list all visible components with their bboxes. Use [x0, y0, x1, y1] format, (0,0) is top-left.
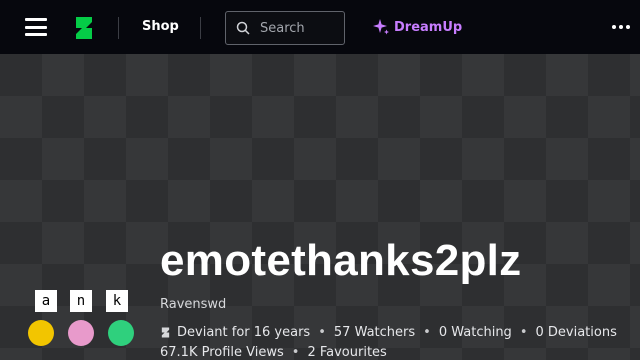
- search-input[interactable]: [258, 19, 342, 37]
- menu-icon[interactable]: [25, 18, 47, 36]
- top-navigation-bar: Shop DreamUp: [0, 0, 640, 54]
- profile-realname: Ravenswd: [160, 297, 227, 312]
- dreamup-label: DreamUp: [394, 19, 463, 35]
- pink-smiley-icon: [68, 320, 94, 346]
- watching-count[interactable]: 0 Watching: [439, 325, 512, 340]
- dreamup-link[interactable]: DreamUp: [372, 18, 462, 36]
- deviations-count[interactable]: 0 Deviations: [535, 325, 616, 340]
- nav-divider: [200, 17, 201, 39]
- profile-username: emotethanks2plz: [160, 236, 522, 285]
- deviant-since: Deviant for 16 years: [177, 325, 311, 340]
- search-box[interactable]: [225, 11, 345, 45]
- deviantart-logo-icon[interactable]: [72, 14, 96, 42]
- separator-dot: •: [423, 325, 431, 340]
- avatar-letter-tile: n: [70, 290, 92, 312]
- profile-stats-row: Deviant for 16 years • 57 Watchers • 0 W…: [160, 325, 617, 340]
- yellow-smiley-icon: [28, 320, 54, 346]
- separator-dot: •: [291, 345, 300, 360]
- nav-divider: [118, 17, 119, 39]
- separator-dot: •: [519, 325, 528, 340]
- more-dots-icon[interactable]: [612, 25, 633, 29]
- profile-views-count: 67.1K Profile Views: [160, 345, 284, 360]
- green-smiley-icon: [108, 320, 134, 346]
- profile-stats-row: 67.1K Profile Views • 2 Favourites: [160, 345, 387, 360]
- search-icon: [236, 21, 250, 35]
- avatar-letter-tile: a: [35, 290, 57, 312]
- deviant-badge-icon: [161, 327, 170, 338]
- separator-dot: •: [318, 325, 326, 340]
- avatar-letter-tile: k: [106, 290, 128, 312]
- favourites-count[interactable]: 2 Favourites: [307, 345, 386, 360]
- nav-shop-link[interactable]: Shop: [142, 19, 179, 34]
- avatar[interactable]: a n k: [28, 290, 140, 360]
- sparkle-icon: [373, 19, 389, 35]
- watchers-count[interactable]: 57 Watchers: [334, 325, 415, 340]
